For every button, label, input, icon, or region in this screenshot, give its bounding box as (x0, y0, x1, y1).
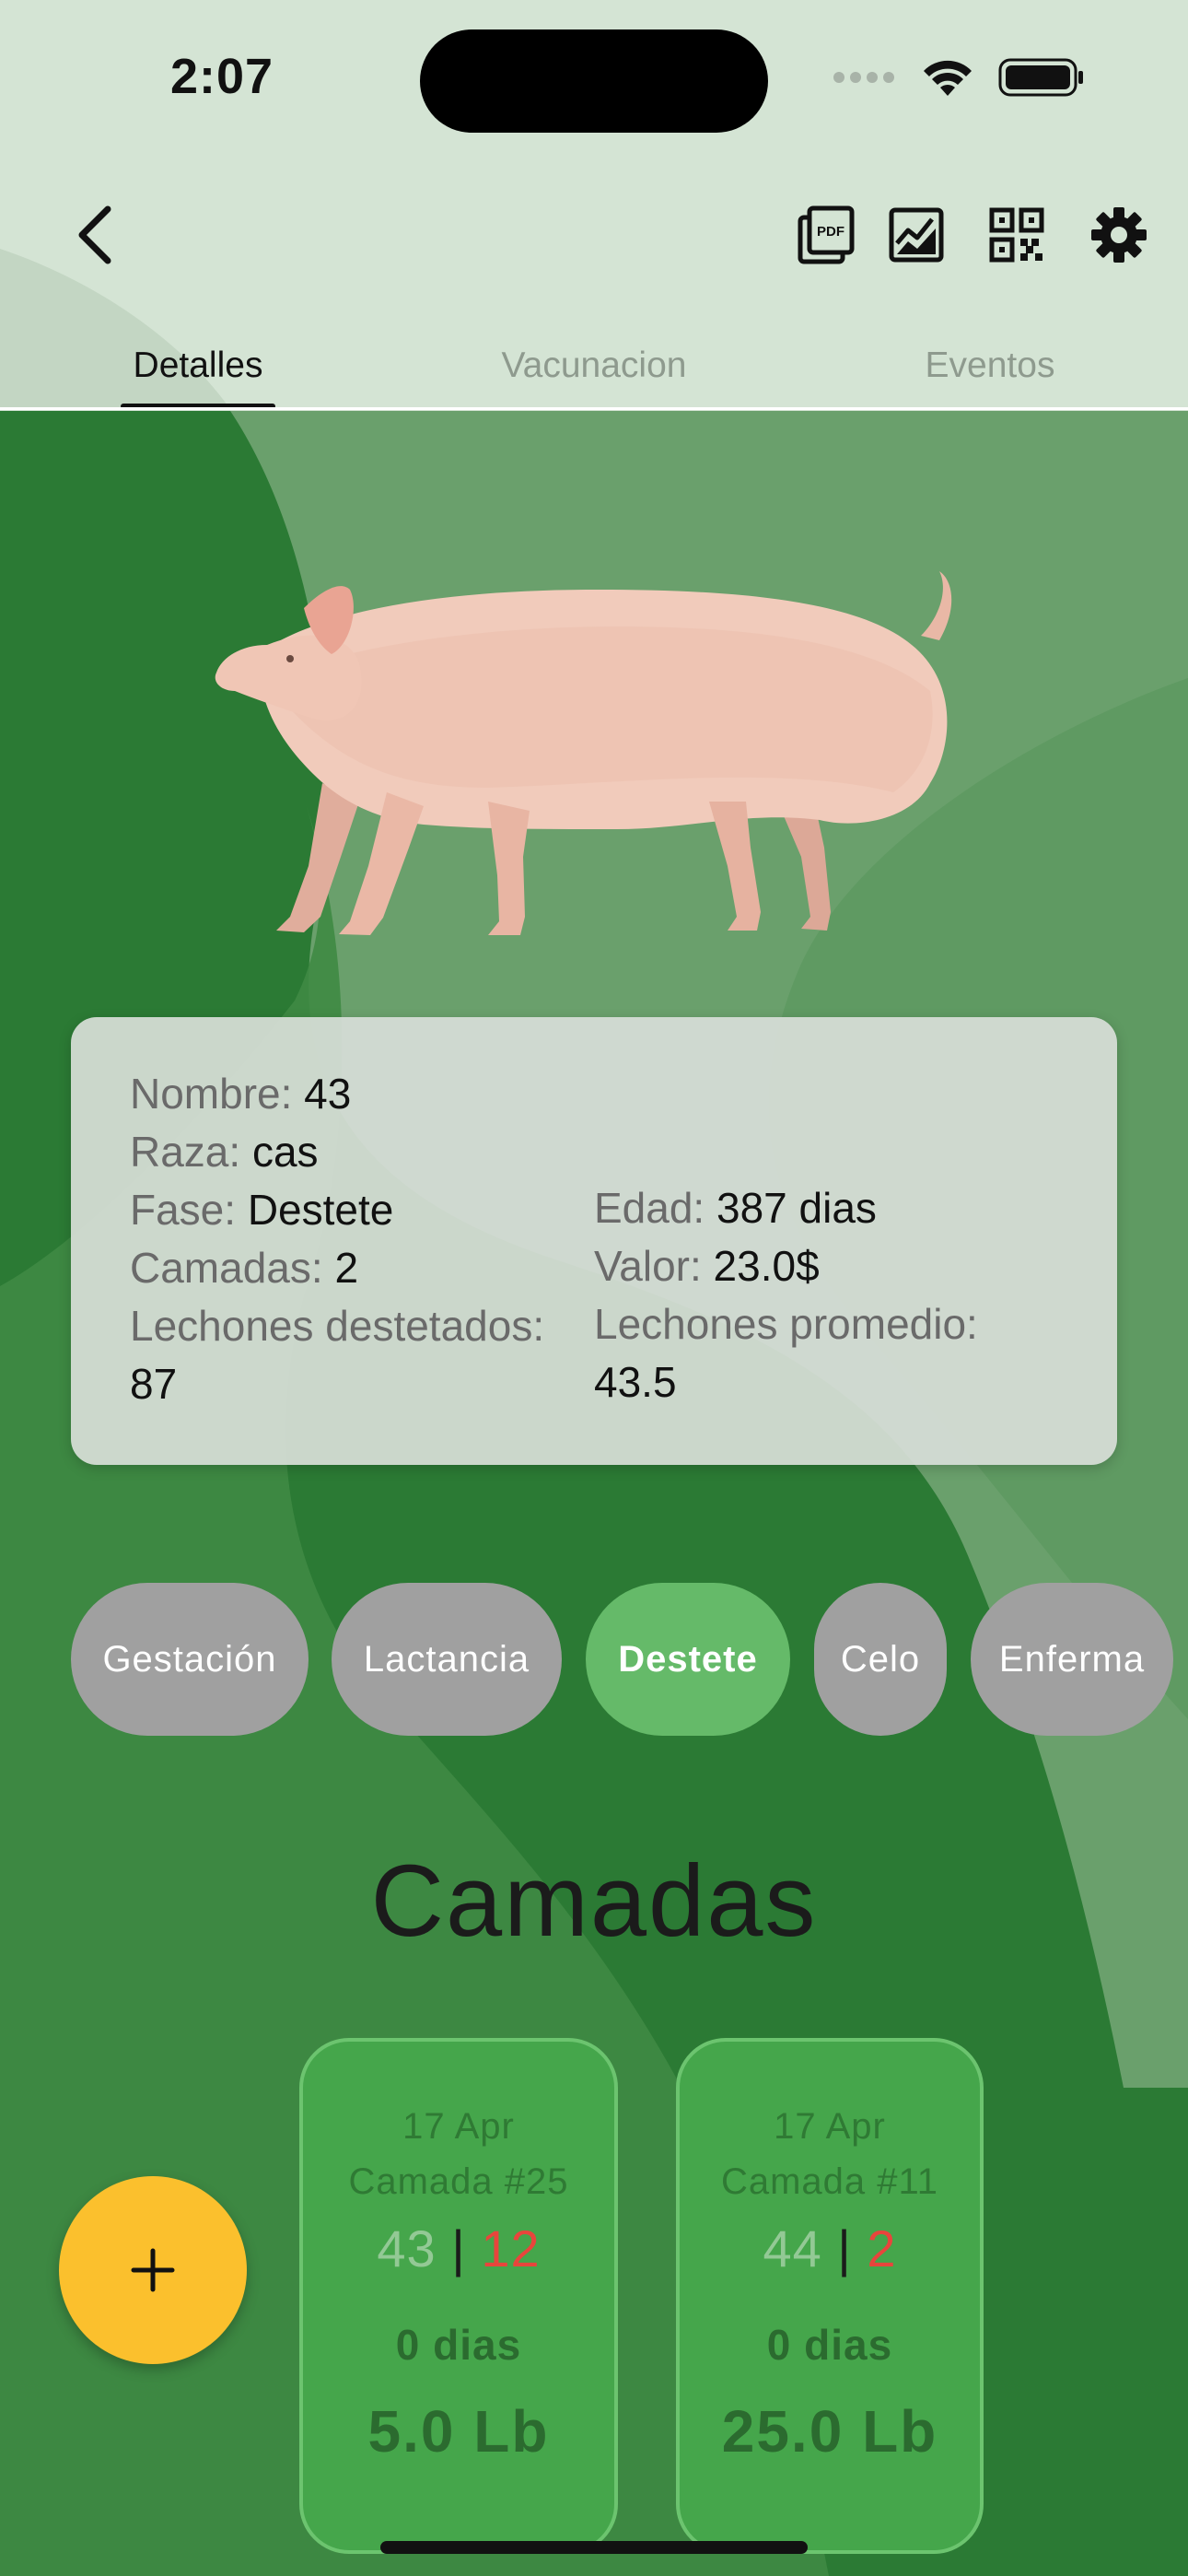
pdf-button[interactable]: PDF (784, 193, 867, 276)
litter-date: 17 Apr (402, 2106, 515, 2147)
litter-card[interactable]: 17 Apr Camada #25 43 | 12 0 dias 5.0 Lb (299, 2038, 618, 2554)
app-screen: 2:07 PDF Detalles Vacunacion Eventos Nom… (0, 0, 1188, 2576)
chart-button[interactable] (875, 193, 958, 276)
weaned-label-text: Lechones destetados: (130, 1302, 545, 1350)
battery-icon (998, 58, 1083, 97)
litter-count-b: 2 (867, 2219, 897, 2277)
avg-label: Lechones promedio: (594, 1299, 978, 1349)
tab-vacunacion[interactable]: Vacunacion (460, 322, 728, 409)
weaned-label: Lechones destetados: (130, 1301, 544, 1351)
litter-count-b: 12 (481, 2219, 541, 2277)
wifi-icon (924, 60, 972, 96)
status-icons (833, 57, 1085, 98)
phase-row: Fase: Destete (130, 1185, 393, 1235)
phase-chip-gestacion[interactable]: Gestación (71, 1583, 309, 1736)
breed-row: Raza: cas (130, 1127, 319, 1177)
count-separator: | (837, 2219, 868, 2277)
litters-value: 2 (334, 1244, 359, 1292)
count-separator: | (451, 2219, 482, 2277)
avg-label-text: Lechones promedio: (594, 1300, 978, 1348)
phase-value: Destete (247, 1186, 394, 1234)
status-time: 2:07 (170, 49, 274, 104)
name-row: Nombre: 43 (130, 1069, 351, 1118)
settings-button[interactable] (1077, 193, 1160, 276)
tab-bar: Detalles Vacunacion Eventos (0, 322, 1188, 409)
litter-name: Camada #25 (348, 2161, 569, 2202)
back-button[interactable] (53, 193, 136, 276)
gear-icon (1091, 207, 1147, 263)
litter-days: 0 dias (395, 2321, 522, 2369)
name-label: Nombre: (130, 1070, 293, 1118)
tab-eventos[interactable]: Eventos (866, 322, 1114, 409)
qr-code-button[interactable] (975, 193, 1058, 276)
animal-info-card: Nombre: 43 Raza: cas Fase: Destete Camad… (71, 1017, 1117, 1465)
phase-label: Fase: (130, 1186, 237, 1234)
age-label: Edad: (594, 1184, 705, 1232)
pdf-icon: PDF (798, 205, 855, 264)
age-value: 387 dias (716, 1184, 877, 1232)
pig-photo (215, 571, 952, 935)
age-row: Edad: 387 dias (594, 1183, 877, 1233)
avg-value: 43.5 (594, 1358, 677, 1406)
name-value: 43 (304, 1070, 352, 1118)
tab-detalles[interactable]: Detalles (74, 322, 322, 409)
svg-text:PDF: PDF (817, 224, 844, 240)
litters-label: Camadas: (130, 1244, 323, 1292)
phase-chip-enferma[interactable]: Enferma (971, 1583, 1173, 1736)
qr-code-icon (989, 207, 1044, 263)
value-label: Valor: (594, 1242, 702, 1290)
home-indicator[interactable] (380, 2541, 808, 2554)
tab-divider (0, 407, 1188, 410)
breed-value: cas (251, 1128, 319, 1176)
litter-counts: 44 | 2 (680, 2219, 980, 2278)
back-arrow-icon (78, 205, 111, 264)
litter-weight: 5.0 Lb (367, 2398, 550, 2465)
litter-date: 17 Apr (774, 2106, 886, 2147)
litter-days: 0 dias (766, 2321, 893, 2369)
plus-icon (131, 2248, 175, 2292)
phase-chip-celo[interactable]: Celo (814, 1583, 947, 1736)
chart-icon (889, 207, 944, 263)
weaned-value: 87 (130, 1360, 178, 1408)
value-value: 23.0$ (713, 1242, 820, 1290)
dynamic-island (420, 29, 768, 133)
breed-label: Raza: (130, 1128, 241, 1176)
phase-chip-lactancia[interactable]: Lactancia (332, 1583, 562, 1736)
value-row: Valor: 23.0$ (594, 1241, 820, 1291)
signal-dots-icon (833, 72, 894, 83)
add-litter-button[interactable] (59, 2176, 247, 2364)
litters-section-title: Camadas (370, 1844, 818, 1958)
litter-name: Camada #11 (720, 2161, 939, 2202)
litter-weight: 25.0 Lb (721, 2398, 938, 2465)
litter-count-a: 43 (377, 2219, 437, 2277)
litter-counts: 43 | 12 (303, 2219, 614, 2278)
litters-row: Camadas: 2 (130, 1243, 358, 1293)
litter-count-a: 44 (763, 2219, 822, 2277)
phase-chip-destete[interactable]: Destete (586, 1583, 790, 1736)
litter-card[interactable]: 17 Apr Camada #11 44 | 2 0 dias 25.0 Lb (676, 2038, 984, 2554)
